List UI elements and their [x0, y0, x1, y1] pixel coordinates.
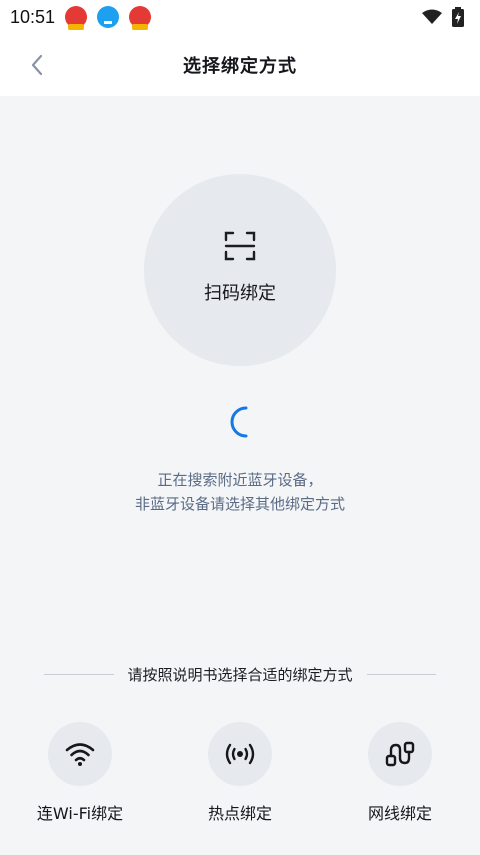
- page-title: 选择绑定方式: [183, 56, 297, 77]
- searching-hint: 正在搜索附近蓝牙设备， 非蓝牙设备请选择其他绑定方式: [0, 468, 480, 516]
- divider-line: [366, 673, 437, 675]
- wifi-bind-label: 连Wi-Fi绑定: [36, 804, 124, 823]
- nav-bar: 选择绑定方式: [0, 34, 480, 96]
- hotspot-bind-option[interactable]: 热点绑定: [170, 722, 310, 824]
- download-icon: [97, 6, 120, 28]
- battery-icon: [452, 7, 464, 27]
- cable-bind-label: 网线绑定: [367, 804, 432, 823]
- hotspot-bind-button[interactable]: [208, 722, 272, 786]
- cable-bind-button[interactable]: [368, 722, 432, 786]
- status-time: 10:51: [10, 6, 56, 27]
- wifi-icon: [65, 743, 95, 766]
- back-button[interactable]: [22, 50, 52, 80]
- loading-spinner-icon: [230, 406, 248, 438]
- chevron-left-icon: [31, 54, 43, 76]
- status-indicators: [422, 7, 464, 27]
- scan-bind-button[interactable]: 扫码绑定: [144, 174, 336, 366]
- cable-bind-option[interactable]: 网线绑定: [330, 722, 470, 824]
- searching-hint-line1: 正在搜索附近蓝牙设备，: [157, 471, 323, 489]
- wifi-bind-button[interactable]: [48, 722, 112, 786]
- scan-frame-icon: [224, 231, 256, 261]
- network-cable-icon: [385, 741, 415, 767]
- status-bar: 10:51: [0, 0, 480, 34]
- searching-hint-line2: 非蓝牙设备请选择其他绑定方式: [134, 495, 345, 513]
- app-notification-icon: [65, 6, 88, 30]
- hotspot-icon: [225, 743, 255, 765]
- app-notification-icon: [129, 6, 152, 30]
- divider-line: [44, 673, 114, 675]
- main-content: 扫码绑定 正在搜索附近蓝牙设备， 非蓝牙设备请选择其他绑定方式 请按照说明书选择…: [0, 96, 480, 855]
- wifi-bind-option[interactable]: 连Wi-Fi绑定: [10, 722, 150, 824]
- divider: 请按照说明书选择合适的绑定方式: [44, 662, 437, 686]
- scan-bind-label: 扫码绑定: [204, 283, 276, 304]
- wifi-signal-icon: [422, 9, 442, 24]
- hotspot-bind-label: 热点绑定: [207, 804, 272, 823]
- divider-text: 请按照说明书选择合适的绑定方式: [127, 665, 353, 684]
